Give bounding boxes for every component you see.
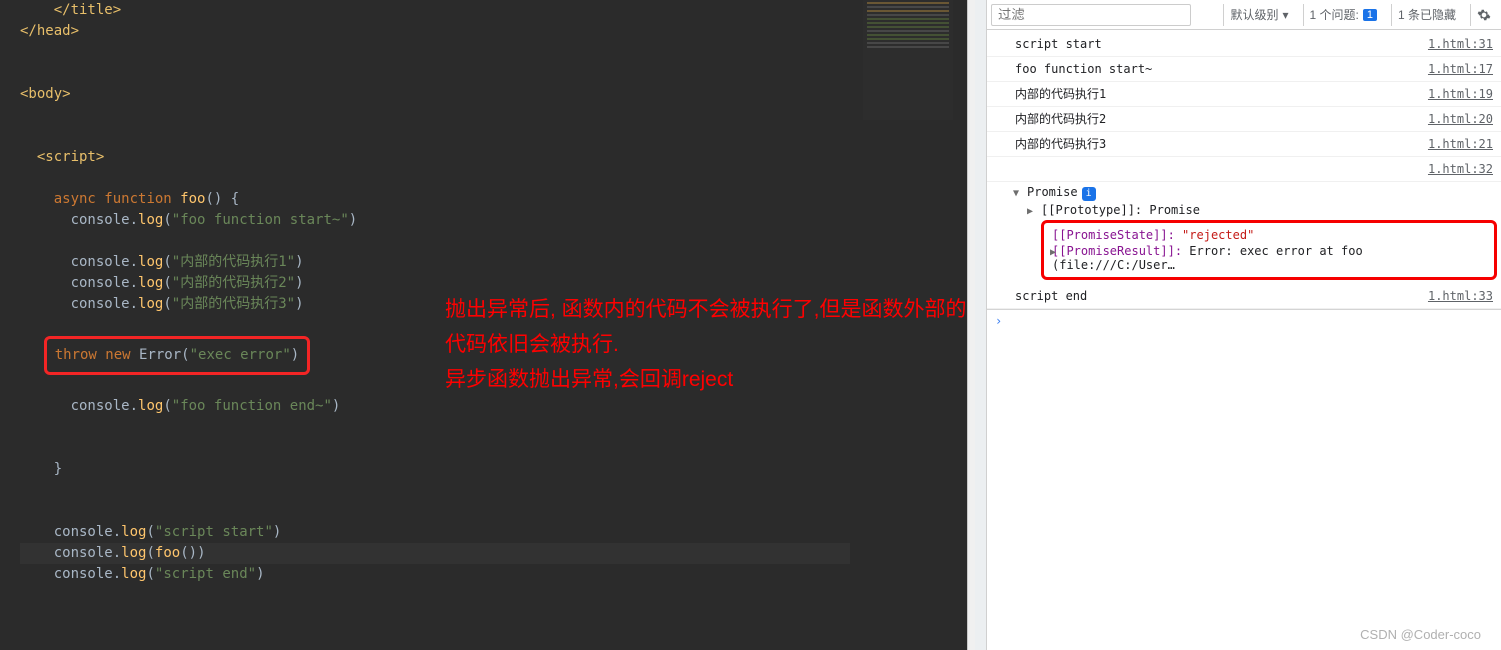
code-text: <body> xyxy=(20,86,71,102)
chevron-right-icon: ▶ xyxy=(1027,206,1033,217)
gear-icon xyxy=(1477,8,1491,22)
minimap[interactable] xyxy=(863,0,953,120)
promise-object[interactable]: ▼Promisei ▶[[Prototype]]: Promise [[Prom… xyxy=(987,182,1501,284)
code-text: () { xyxy=(205,191,239,207)
brace-close: } xyxy=(54,461,62,477)
promise-result[interactable]: ▶[[PromiseResult]]: Error: exec error at… xyxy=(1046,243,1492,273)
source-link[interactable]: 1.html:31 xyxy=(1428,35,1493,53)
keyword-throw: throw xyxy=(55,347,106,363)
string: "script end" xyxy=(155,566,256,582)
source-link[interactable]: 1.html:20 xyxy=(1428,110,1493,128)
issues-badge: 1 xyxy=(1363,9,1377,21)
string: "exec error" xyxy=(190,347,291,363)
promise-state[interactable]: [[PromiseState]]: "rejected" xyxy=(1046,227,1492,243)
string: "内部的代码执行1" xyxy=(172,254,295,270)
keyword-async: async xyxy=(54,191,105,207)
code-text: console xyxy=(71,212,130,228)
log-row: script start1.html:31 xyxy=(987,32,1501,57)
filter-input[interactable] xyxy=(991,4,1191,26)
error-class: Error xyxy=(139,347,181,363)
code-text: <script> xyxy=(37,149,104,165)
source-link[interactable]: 1.html:19 xyxy=(1428,85,1493,103)
keyword-function: function xyxy=(104,191,180,207)
log-row: 内部的代码执行11.html:19 xyxy=(987,82,1501,107)
devtools-console: 默认级别 ▾ 1 个问题:1 1 条已隐藏 script start1.html… xyxy=(987,0,1501,650)
log-row: foo function start~1.html:17 xyxy=(987,57,1501,82)
string: "foo function end~" xyxy=(172,398,332,414)
watermark: CSDN @Coder-coco xyxy=(1360,627,1481,642)
log-level-selector[interactable]: 默认级别 ▾ xyxy=(1223,4,1294,26)
source-link[interactable]: 1.html:33 xyxy=(1428,287,1493,305)
highlighted-throw-line: throw new Error("exec error") xyxy=(44,336,310,375)
code-text: log xyxy=(138,212,163,228)
function-name: foo xyxy=(180,191,205,207)
code-text: </title> xyxy=(54,2,121,18)
console-gutter xyxy=(975,0,987,650)
current-line: console.log(foo()) xyxy=(20,543,850,564)
chevron-right-icon: ▶ xyxy=(1050,247,1056,258)
keyword-new: new xyxy=(105,347,139,363)
annotation-text: 抛出异常后, 函数内的代码不会被执行了,但是函数外部的代码依旧会被执行. 异步函… xyxy=(445,292,967,397)
panel-separator[interactable] xyxy=(967,0,975,650)
code-text: </head> xyxy=(20,23,79,39)
highlighted-promise-state: [[PromiseState]]: "rejected" ▶[[PromiseR… xyxy=(1041,220,1497,280)
code-text: console xyxy=(71,254,130,270)
code-text: ) xyxy=(349,212,357,228)
info-icon[interactable]: i xyxy=(1082,187,1096,201)
source-link[interactable]: 1.html:32 xyxy=(1428,160,1493,178)
console-prompt[interactable]: › xyxy=(987,309,1501,332)
function-call: foo xyxy=(155,545,180,561)
log-row: 内部的代码执行21.html:20 xyxy=(987,107,1501,132)
settings-button[interactable] xyxy=(1470,4,1497,26)
string: "script start" xyxy=(155,524,273,540)
source-link[interactable]: 1.html:17 xyxy=(1428,60,1493,78)
log-row: 内部的代码执行31.html:21 xyxy=(987,132,1501,157)
console-log[interactable]: script start1.html:31 foo function start… xyxy=(987,30,1501,650)
log-row: script end1.html:33 xyxy=(987,284,1501,309)
issues-indicator[interactable]: 1 个问题:1 xyxy=(1303,4,1383,26)
console-toolbar: 默认级别 ▾ 1 个问题:1 1 条已隐藏 xyxy=(987,0,1501,30)
promise-prototype[interactable]: ▶[[Prototype]]: Promise xyxy=(1023,202,1501,218)
log-row-promise: 1.html:32 xyxy=(987,157,1501,182)
source-link[interactable]: 1.html:21 xyxy=(1428,135,1493,153)
promise-header[interactable]: ▼Promisei xyxy=(1009,184,1501,202)
string: "foo function start~" xyxy=(172,212,349,228)
chevron-down-icon: ▼ xyxy=(1013,188,1019,199)
string: "内部的代码执行3" xyxy=(172,296,295,312)
code-text: ( xyxy=(163,212,171,228)
string: "内部的代码执行2" xyxy=(172,275,295,291)
code-editor[interactable]: </title> </head> <body> <script> async f… xyxy=(0,0,967,650)
hidden-indicator[interactable]: 1 条已隐藏 xyxy=(1391,4,1462,26)
code-text: . xyxy=(130,212,138,228)
